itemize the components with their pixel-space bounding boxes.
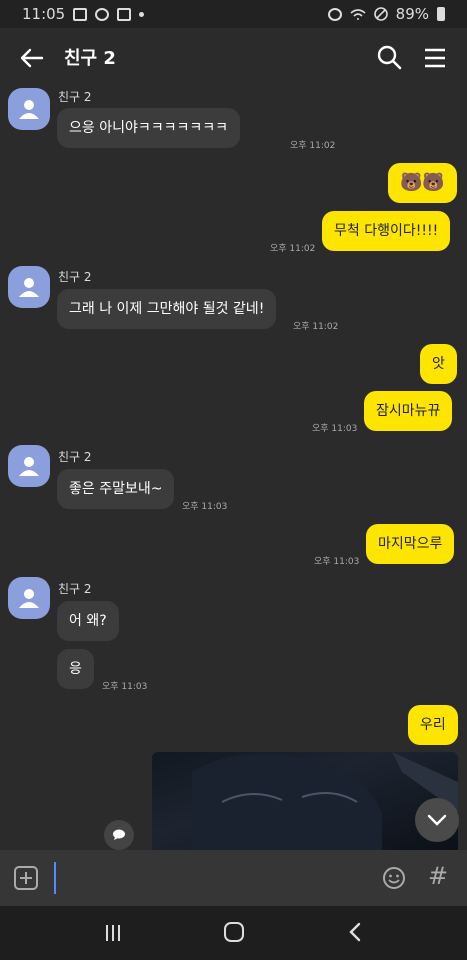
incoming-message[interactable]: 그래 나 이제 그만해야 될것 같네!	[57, 289, 277, 329]
scroll-to-bottom-button[interactable]	[415, 798, 459, 842]
sender-name: 친구 2	[58, 90, 92, 104]
chat-title: 친구 2	[64, 48, 116, 69]
emoticon-icon[interactable]	[382, 866, 406, 890]
incoming-message[interactable]: 어 왜?	[57, 601, 119, 641]
do-not-disturb-icon	[373, 7, 388, 21]
incoming-message[interactable]: 으응 아니야ㅋㅋㅋㅋㅋㅋㅋ	[57, 108, 241, 148]
speech-bubble-icon	[113, 829, 125, 840]
sender-name: 친구 2	[58, 450, 92, 464]
status-left: 11:05	[22, 5, 145, 23]
home-icon[interactable]	[224, 922, 244, 942]
message-time: 오후 11:03	[312, 424, 358, 434]
avatar[interactable]	[8, 577, 50, 619]
gallery-icon	[73, 7, 88, 21]
status-bar: 11:05 89%	[0, 0, 467, 28]
person-icon	[19, 589, 39, 608]
chevron-down-icon	[427, 814, 447, 826]
outgoing-message[interactable]: 잠시마뉴뀨	[364, 391, 453, 431]
photo-message[interactable]	[152, 752, 458, 850]
alarm-icon	[327, 7, 342, 21]
message-time: 오후 11:03	[314, 557, 360, 567]
system-nav-bar	[0, 906, 467, 960]
avatar[interactable]	[8, 445, 50, 487]
message-time: 오후 11:02	[270, 244, 316, 254]
battery-level: 89%	[395, 5, 429, 23]
person-icon	[19, 457, 39, 476]
plus-icon	[20, 872, 32, 884]
avatar[interactable]	[8, 266, 50, 308]
reply-bubble-button[interactable]	[104, 820, 134, 850]
incoming-message[interactable]: 응	[57, 649, 94, 689]
avatar[interactable]	[8, 88, 50, 130]
menu-icon[interactable]	[422, 46, 448, 70]
hashtag-button[interactable]: #	[428, 862, 448, 890]
message-time: 오후 11:02	[290, 141, 336, 151]
instagram-icon	[95, 7, 110, 21]
message-input-bar: #	[0, 850, 467, 906]
attach-plus-button[interactable]	[14, 866, 38, 890]
chat-header: 친구 2	[0, 28, 467, 88]
message-time: 오후 11:03	[102, 682, 148, 692]
battery-icon	[437, 7, 445, 21]
system-back-icon[interactable]	[346, 922, 366, 942]
emoticon-message[interactable]: 🐻🐻	[388, 163, 457, 203]
recent-apps-icon[interactable]	[104, 924, 122, 942]
back-arrow-icon[interactable]	[18, 44, 46, 72]
outgoing-message[interactable]: 앗	[420, 344, 457, 384]
sender-name: 친구 2	[58, 270, 92, 284]
person-icon	[19, 100, 39, 119]
message-time: 오후 11:02	[293, 322, 339, 332]
person-icon	[19, 278, 39, 297]
more-notifications-icon	[139, 11, 145, 17]
outgoing-message[interactable]: 무척 다행이다!!!!	[322, 211, 451, 251]
outgoing-message[interactable]: 마지막으루	[366, 524, 455, 564]
sender-name: 친구 2	[58, 582, 92, 596]
status-time: 11:05	[22, 5, 66, 23]
chat-area[interactable]: 친구 2 으응 아니야ㅋㅋㅋㅋㅋㅋㅋ 오후 11:02 🐻🐻 무척 다행이다!!…	[0, 88, 467, 850]
incoming-message[interactable]: 좋은 주말보내~	[57, 469, 175, 509]
wifi-icon	[350, 8, 366, 20]
status-right: 89%	[327, 5, 445, 23]
message-input[interactable]	[54, 862, 364, 894]
message-time: 오후 11:03	[182, 502, 228, 512]
mail-icon	[117, 7, 132, 21]
search-icon[interactable]	[376, 44, 402, 70]
photo-content	[192, 752, 458, 850]
outgoing-message[interactable]: 우리	[408, 705, 458, 745]
